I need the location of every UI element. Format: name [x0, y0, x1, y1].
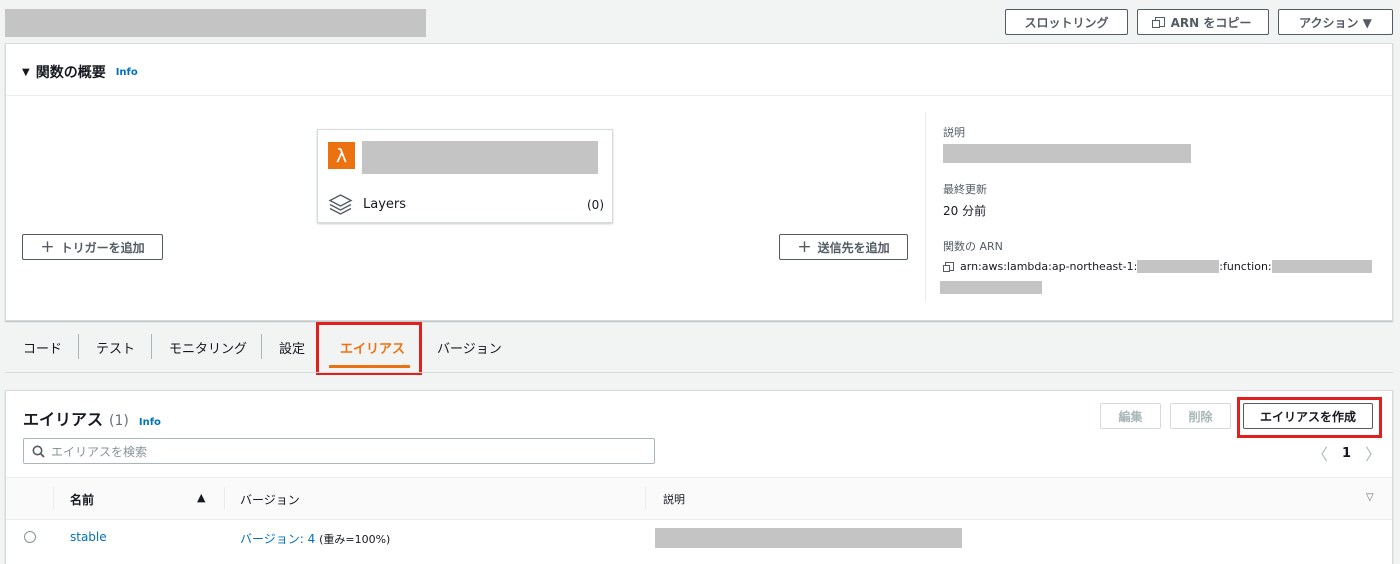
pagination: 〈 1 〉 — [1312, 441, 1381, 465]
lambda-icon: λ — [328, 142, 355, 169]
function-overview-panel: ▼ 関数の概要 Info — [5, 43, 1393, 321]
column-settings-icon[interactable]: ▽ — [1366, 492, 1374, 503]
layers-count: (0) — [587, 197, 604, 212]
tab-versions[interactable]: バージョン — [437, 332, 502, 362]
tab-divider — [261, 334, 262, 359]
aliases-search-field[interactable]: エイリアスを検索 — [23, 438, 655, 464]
description-value-redacted — [943, 144, 1191, 163]
add-trigger-label: トリガーを追加 — [60, 240, 145, 255]
tab-divider — [151, 334, 152, 359]
chevron-right-icon[interactable]: 〉 — [1365, 441, 1381, 465]
function-arn-label: 関数の ARN — [943, 240, 1003, 253]
arn-text-part1: arn:aws:lambda:ap-northeast-1: — [960, 260, 1138, 273]
aliases-count: (1) — [109, 413, 129, 429]
tab-monitoring[interactable]: モニタリング — [169, 332, 247, 362]
tab-divider — [78, 334, 79, 359]
create-alias-highlight — [1237, 397, 1382, 438]
copy-arn-label: ARN をコピー — [1170, 15, 1252, 30]
function-name-arn-redacted — [1271, 260, 1372, 273]
alias-version-link[interactable]: バージョン: 4 — [240, 532, 315, 546]
add-destination-label: 送信先を追加 — [817, 240, 890, 255]
throttle-label: スロットリング — [1024, 15, 1109, 30]
throttle-button[interactable]: スロットリング — [1005, 9, 1128, 35]
header-col-divider — [645, 487, 646, 509]
header-col-divider — [224, 487, 225, 509]
edit-alias-button[interactable]: 編集 — [1100, 403, 1161, 429]
layers-icon — [328, 194, 353, 215]
sort-ascending-icon[interactable]: ▲ — [197, 491, 205, 504]
table-header-row — [6, 478, 1392, 520]
overview-title: 関数の概要 — [35, 65, 106, 81]
overview-info-link[interactable]: Info — [116, 67, 138, 78]
function-card-name-redacted — [362, 141, 598, 174]
alias-version-cell: バージョン: 4 (重み=100%) — [240, 530, 390, 547]
alias-description-redacted — [655, 528, 962, 548]
copy-arn-button[interactable]: ARN をコピー — [1137, 9, 1269, 35]
tab-configuration[interactable]: 設定 — [279, 332, 305, 362]
alias-weight: (重み=100%) — [319, 533, 391, 546]
last-modified-value: 20 分前 — [943, 204, 987, 218]
add-destination-button[interactable]: + 送信先を追加 — [779, 234, 908, 260]
copy-arn-icon[interactable] — [943, 262, 954, 272]
column-header-description[interactable]: 説明 — [663, 491, 685, 507]
aliases-header: エイリアス (1) Info — [23, 406, 161, 430]
plus-icon: + — [40, 237, 55, 257]
chevron-left-icon[interactable]: 〈 — [1312, 441, 1328, 465]
layers-label: Layers — [363, 197, 407, 212]
alias-name-link[interactable]: stable — [70, 530, 107, 544]
function-card[interactable]: λ Layers (0) — [317, 129, 613, 223]
actions-button[interactable]: アクション ▼ — [1278, 9, 1393, 35]
row-radio[interactable] — [24, 531, 36, 543]
page-number[interactable]: 1 — [1342, 446, 1351, 461]
copy-icon — [1151, 17, 1165, 28]
account-id-redacted — [1137, 260, 1220, 273]
layers-row[interactable]: Layers (0) — [328, 192, 604, 217]
aliases-info-link[interactable]: Info — [139, 417, 161, 428]
search-icon — [32, 445, 45, 458]
actions-label: アクション ▼ — [1299, 15, 1372, 30]
last-modified-label: 最終更新 — [943, 183, 987, 196]
overview-header[interactable]: ▼ 関数の概要 Info — [22, 62, 138, 82]
overview-divider — [6, 95, 1392, 96]
column-header-version[interactable]: バージョン — [240, 491, 300, 508]
tab-test[interactable]: テスト — [96, 332, 135, 362]
column-header-name[interactable]: 名前 — [70, 491, 94, 508]
function-arn-row: arn:aws:lambda:ap-northeast-1: :function… — [943, 260, 1372, 273]
plus-icon: + — [797, 237, 812, 257]
caret-down-icon: ▼ — [22, 66, 30, 78]
description-label: 説明 — [943, 126, 965, 139]
delete-alias-button[interactable]: 削除 — [1170, 403, 1231, 429]
overview-vertical-divider — [925, 112, 926, 302]
header-col-divider — [53, 487, 54, 509]
tab-code[interactable]: コード — [23, 332, 62, 362]
arn-text-part2: :function: — [1219, 260, 1272, 273]
function-name-redacted — [5, 9, 426, 37]
delete-label: 削除 — [1188, 409, 1213, 424]
tab-aliases-highlight — [316, 322, 422, 375]
tabs-baseline — [5, 372, 1393, 373]
add-trigger-button[interactable]: + トリガーを追加 — [22, 234, 163, 260]
aliases-search-placeholder: エイリアスを検索 — [51, 444, 148, 459]
aliases-title: エイリアス — [23, 410, 104, 429]
arn-continuation-redacted — [940, 281, 1042, 294]
edit-label: 編集 — [1118, 409, 1143, 424]
